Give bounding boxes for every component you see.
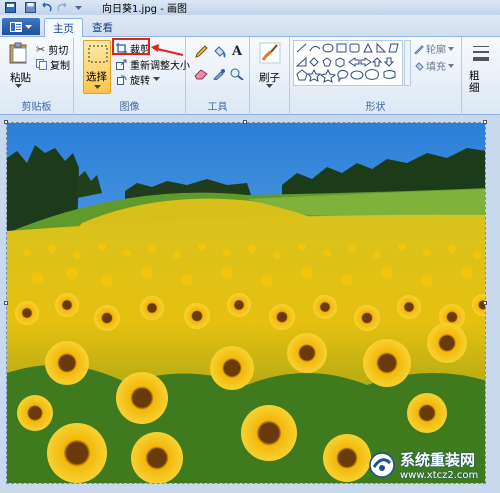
copy-icon: [36, 59, 47, 70]
crop-highlight-box: [112, 38, 150, 55]
window-title: 向日葵1.jpg - 画图: [102, 4, 187, 15]
eraser-icon[interactable]: [194, 68, 208, 80]
chevron-down-icon: [153, 77, 160, 81]
resize-button[interactable]: 重新调整大小: [116, 57, 190, 72]
fill-button[interactable]: 填充: [414, 58, 454, 73]
cut-label: 剪切: [48, 46, 69, 57]
outline-label: 轮廓: [426, 45, 446, 56]
undo-icon[interactable]: [40, 2, 52, 14]
chevron-down-icon: [25, 24, 32, 29]
menu-icon: [10, 21, 22, 32]
pointer-arrow-icon: [151, 44, 184, 56]
redo-icon[interactable]: [56, 2, 68, 14]
shapes-group: 轮廓 填充 形状: [290, 37, 462, 115]
watermark-name: 系统重装网: [400, 451, 476, 469]
shapes-group-label: 形状: [365, 102, 386, 113]
resize-handle[interactable]: [483, 120, 487, 124]
chevron-down-icon: [448, 63, 454, 68]
fill-label: 填充: [426, 62, 446, 73]
copy-button[interactable]: 复制: [36, 57, 70, 72]
save-icon[interactable]: [24, 2, 36, 14]
fill-bucket-icon[interactable]: [212, 45, 226, 59]
image-group-label: 图像: [119, 102, 140, 113]
pencil-icon[interactable]: [194, 45, 208, 59]
select-button[interactable]: 选择: [83, 40, 111, 94]
cut-button[interactable]: ✂ 剪切: [36, 42, 68, 57]
paste-label: 粘贴: [10, 72, 31, 84]
scissors-icon: ✂: [36, 43, 46, 56]
rotate-button[interactable]: 旋转: [116, 72, 160, 87]
rotate-label: 旋转: [130, 76, 150, 87]
brushes-button[interactable]: 刷子: [254, 40, 286, 94]
paint-menu-button[interactable]: [2, 18, 40, 35]
outline-button[interactable]: 轮廓: [414, 41, 454, 56]
title-bar: 向日葵1.jpg - 画图: [0, 0, 500, 15]
tools-group: A 工具: [186, 37, 250, 115]
size-button[interactable]: 粗细: [468, 40, 494, 94]
color-picker-icon[interactable]: [212, 68, 226, 80]
chevron-down-icon: [266, 84, 273, 88]
resize-handle[interactable]: [4, 120, 8, 124]
chevron-down-icon: [94, 85, 101, 89]
watermark-url: www.xtcz2.com: [400, 470, 479, 481]
resize-icon: [116, 59, 127, 70]
resize-handle[interactable]: [243, 120, 247, 124]
magnifier-icon[interactable]: [230, 68, 244, 80]
selection-rectangle-icon: [88, 45, 108, 63]
shapes-gallery[interactable]: [293, 40, 403, 86]
paste-button[interactable]: 粘贴: [6, 40, 32, 94]
customize-dropdown-icon[interactable]: [72, 2, 84, 14]
tab-view[interactable]: 查看: [84, 18, 121, 37]
resize-label: 重新调整大小: [130, 61, 190, 72]
outline-icon: [414, 44, 424, 54]
resize-handle[interactable]: [4, 301, 8, 305]
tools-group-label: 工具: [207, 102, 228, 113]
tab-home[interactable]: 主页: [44, 18, 83, 37]
rotate-icon: [117, 75, 127, 85]
clipboard-group: 粘贴 ✂ 剪切 复制 剪贴板: [0, 37, 74, 115]
size-label: 粗细: [469, 70, 480, 94]
brushes-group: 刷子: [250, 37, 290, 115]
size-group: 粗细: [462, 37, 500, 115]
text-tool-icon[interactable]: A: [232, 44, 242, 59]
image-canvas[interactable]: [6, 122, 486, 484]
line-width-icon: [473, 46, 489, 61]
select-label: 选择: [86, 71, 107, 83]
copy-label: 复制: [50, 61, 70, 72]
brushes-label: 刷子: [259, 72, 280, 84]
clipboard-group-label: 剪贴板: [21, 102, 52, 113]
clipboard-icon: [9, 42, 27, 64]
brush-icon: [259, 42, 281, 64]
resize-handle[interactable]: [483, 301, 487, 305]
chevron-down-icon: [448, 46, 454, 51]
tab-strip: 主页 查看: [0, 15, 500, 37]
shapes-scrollbar[interactable]: [404, 40, 411, 86]
drawing-workspace: [0, 115, 500, 493]
site-logo-icon: [369, 452, 395, 478]
shapes-grid-icon: [295, 42, 399, 83]
chevron-down-icon: [15, 84, 22, 88]
paint-app-icon[interactable]: [4, 2, 16, 14]
sunflower-field-image: [7, 123, 485, 483]
ribbon: 粘贴 ✂ 剪切 复制 剪贴板 选择 裁剪 重新调整大小 旋转 图像 A 工具 刷…: [0, 37, 500, 115]
fill-icon: [415, 61, 424, 71]
site-watermark: 系统重装网 www.xtcz2.com: [368, 440, 498, 490]
